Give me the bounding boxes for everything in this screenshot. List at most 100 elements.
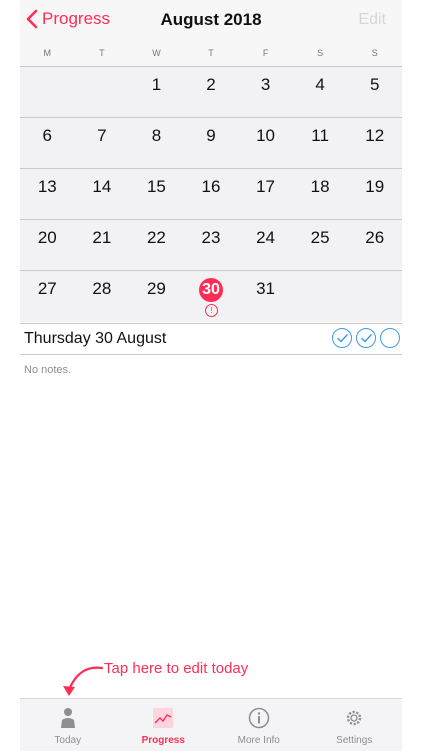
calendar-day[interactable]: 6 (20, 118, 75, 168)
calendar-day[interactable]: 15 (129, 169, 184, 219)
tab-progress[interactable]: Progress (116, 699, 212, 751)
day-number: 10 (256, 126, 276, 145)
day-number: 6 (42, 126, 53, 145)
tab-label: Settings (336, 735, 373, 746)
edit-button[interactable]: Edit (358, 11, 386, 29)
day-number: 17 (256, 177, 276, 196)
calendar-day[interactable]: 14 (75, 169, 130, 219)
row-divider (292, 270, 402, 271)
calendar-day[interactable]: 3 (238, 67, 293, 117)
day-number: 28 (92, 279, 112, 298)
tab-label: Today (54, 735, 82, 746)
weekday-label: M (43, 48, 52, 58)
calendar-day[interactable]: 27 (20, 271, 75, 321)
calendar-week-row: 6 7 8 9 10 11 12 (20, 118, 402, 169)
check-circle-icon[interactable] (332, 328, 352, 348)
calendar-day[interactable]: 30! (184, 271, 239, 321)
calendar-day[interactable]: 9 (184, 118, 239, 168)
day-number: 7 (97, 126, 107, 145)
day-number: 3 (260, 75, 271, 94)
calendar-day[interactable]: 20 (20, 220, 75, 270)
calendar-day[interactable]: 31 (238, 271, 293, 321)
calendar-day[interactable]: 28 (75, 271, 130, 321)
day-number: 5 (369, 75, 380, 94)
calendar-day[interactable]: 4 (293, 67, 348, 117)
day-number: 19 (365, 177, 385, 196)
calendar-day[interactable]: 19 (347, 169, 402, 219)
empty-circle-icon[interactable] (380, 328, 400, 348)
tab-today[interactable]: Today (20, 699, 116, 751)
calendar-day[interactable]: 26 (347, 220, 402, 270)
calendar-week-row: 1 2 3 4 5 (20, 67, 402, 118)
weekday-label: S (371, 48, 378, 58)
calendar-day[interactable]: 5 (347, 67, 402, 117)
weekday-label: S (317, 48, 324, 58)
arrow-annotation-icon (63, 666, 104, 696)
calendar-day[interactable]: 17 (238, 169, 293, 219)
day-number: 11 (311, 126, 329, 145)
calendar-day[interactable]: 10 (238, 118, 293, 168)
calendar-day[interactable]: 2 (184, 67, 239, 117)
day-number: 4 (315, 75, 325, 94)
nav-bar: Progress August 2018 Edit (20, 0, 402, 40)
day-number: 25 (310, 228, 330, 247)
day-number: 12 (365, 126, 385, 145)
calendar-day[interactable]: 21 (75, 220, 130, 270)
gear-icon (347, 710, 362, 726)
tip-annotation: Tap here to edit today (104, 660, 249, 677)
day-number: 8 (151, 126, 162, 145)
calendar-day[interactable]: 24 (238, 220, 293, 270)
day-number: 29 (146, 279, 166, 298)
calendar-day[interactable]: 7 (75, 118, 130, 168)
dose-checks (332, 328, 400, 348)
weekday-label: T (99, 48, 105, 58)
info-icon (248, 707, 269, 729)
notes-text: No notes. (24, 364, 72, 376)
chart-icon (153, 708, 174, 728)
day-number: 9 (206, 126, 216, 145)
day-number: 1 (151, 75, 162, 94)
tab-bar: Today Progress More Info Settings (20, 698, 402, 751)
calendar-grid: 1 2 3 4 5 6 7 8 9 10 11 12 13 14 15 16 17 18 19 20 21 22 23 24 2… (20, 67, 402, 322)
tab-label: Progress (141, 735, 185, 746)
calendar-day[interactable]: 18 (293, 169, 348, 219)
day-number: 2 (206, 75, 216, 94)
calendar-day[interactable]: 1 (129, 67, 184, 117)
day-number: 21 (92, 228, 112, 247)
calendar-week-row: 27 28 29 30! 31 (20, 271, 402, 322)
calendar-day[interactable]: 12 (347, 118, 402, 168)
day-number: 16 (201, 177, 221, 196)
calendar-day[interactable]: 22 (129, 220, 184, 270)
day-number: 26 (365, 228, 385, 247)
day-number: 13 (37, 177, 57, 196)
weekday-header: M T W T F S S (20, 40, 402, 67)
day-number: 31 (256, 279, 276, 298)
day-number: 14 (92, 177, 112, 196)
tab-settings[interactable]: Settings (307, 699, 403, 751)
check-circle-icon[interactable] (356, 328, 376, 348)
calendar-day[interactable]: 11 (293, 118, 348, 168)
day-number: 18 (310, 177, 330, 196)
person-icon (60, 708, 75, 728)
tab-label: More Info (237, 735, 280, 746)
calendar-day[interactable]: 8 (129, 118, 184, 168)
weekday-label: W (152, 48, 161, 58)
calendar-day[interactable]: 13 (20, 169, 75, 219)
calendar-day[interactable]: 16 (184, 169, 239, 219)
calendar-week-row: 13 14 15 16 17 18 19 (20, 169, 402, 220)
weekday-label: T (208, 48, 214, 58)
day-number: 22 (146, 228, 166, 247)
calendar-day[interactable]: 23 (184, 220, 239, 270)
day-number: 24 (256, 228, 276, 247)
calendar-week-row: 20 21 22 23 24 25 26 (20, 220, 402, 271)
weekday-label: F (262, 48, 269, 58)
page-title: August 2018 (160, 10, 262, 29)
calendar-day[interactable]: 25 (293, 220, 348, 270)
tab-more-info[interactable]: More Info (211, 699, 307, 751)
today-marker: 30 (198, 278, 223, 302)
calendar-day[interactable]: 29 (129, 271, 184, 321)
day-number: 20 (37, 228, 57, 247)
selected-date-bar: Thursday 30 August (20, 323, 402, 355)
alert-icon: ! (204, 304, 218, 317)
selected-date-label: Thursday 30 August (24, 330, 167, 347)
